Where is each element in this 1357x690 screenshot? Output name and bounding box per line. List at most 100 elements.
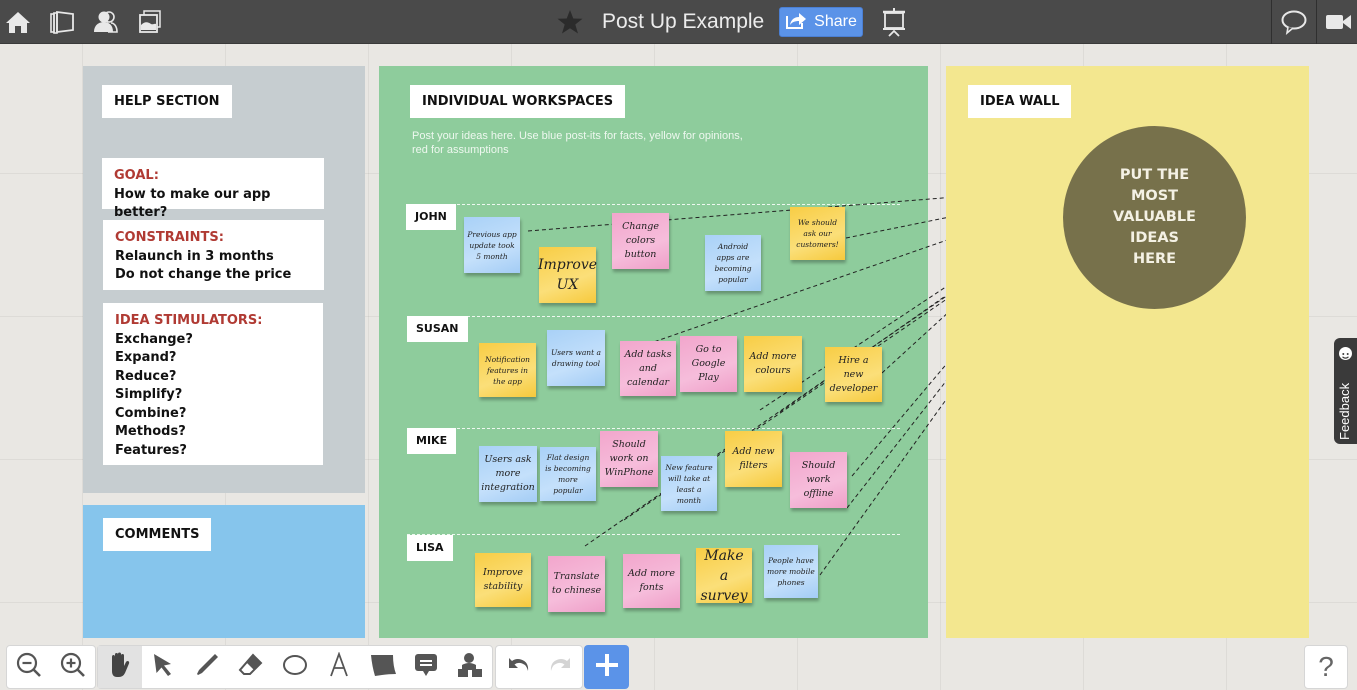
users-icon[interactable]	[92, 8, 120, 36]
workspace-description: Post your ideas here. Use blue post-its …	[412, 130, 743, 156]
ellipse-tool-button[interactable]	[273, 646, 317, 688]
redo-button[interactable]	[539, 646, 582, 688]
undo-button[interactable]	[496, 646, 539, 688]
sticky-note[interactable]: Make a survey	[696, 548, 752, 604]
sticky-note-tool-button[interactable]	[361, 646, 405, 688]
share-label: Share	[814, 13, 857, 30]
person-label-lisa: LISA	[407, 535, 453, 561]
sticky-note[interactable]: Should work offline	[790, 452, 847, 508]
sticky-note[interactable]: Add tasks and calendar	[620, 341, 676, 396]
stimulator-item: Simplify?	[115, 387, 183, 402]
sticky-note[interactable]: Translate to chinese	[548, 556, 605, 612]
idea-wall-label: IDEA WALL	[968, 85, 1072, 118]
idea-stimulators-card[interactable]: IDEA STIMULATORS: Exchange? Expand? Redu…	[103, 303, 323, 465]
presentation-icon[interactable]	[880, 8, 908, 37]
sticky-note[interactable]: People have more mobile phones	[764, 545, 818, 598]
sticky-note[interactable]: Go to Google Play	[680, 336, 737, 392]
stimulators-heading: IDEA STIMULATORS:	[115, 313, 263, 328]
sticky-note[interactable]: Flat design is becoming more popular	[540, 447, 596, 501]
idea-wall-target-circle[interactable]: PUT THE MOST VALUABLE IDEAS HERE	[1063, 126, 1246, 309]
draw-tool-group	[97, 645, 493, 689]
text-tool-button[interactable]	[317, 646, 361, 688]
share-button[interactable]: Share	[779, 7, 863, 37]
help-button[interactable]: ?	[1304, 645, 1348, 689]
person-label-john: JOHN	[406, 204, 456, 230]
org-chart-icon	[457, 652, 483, 682]
sticky-note-icon	[369, 652, 397, 682]
sticky-note[interactable]: Notification features in the app	[479, 343, 536, 397]
goal-heading: GOAL:	[114, 168, 159, 183]
sticky-note[interactable]: We should ask our customers!	[790, 207, 845, 260]
row-divider	[407, 534, 900, 535]
hand-icon	[107, 651, 133, 683]
video-icon[interactable]	[1325, 8, 1353, 36]
zoom-out-icon	[15, 651, 43, 683]
sticky-note[interactable]: Android apps are becoming popular	[705, 235, 761, 291]
smiley-icon	[1339, 347, 1352, 360]
sticky-note[interactable]: Users want a drawing tool	[547, 330, 605, 386]
row-divider	[407, 316, 900, 317]
stimulator-item: Features?	[115, 442, 187, 458]
sticky-note[interactable]: Add new filters	[725, 431, 782, 487]
star-icon[interactable]	[556, 8, 584, 36]
sticky-note[interactable]: Add more colours	[744, 336, 802, 392]
eraser-tool-button[interactable]	[229, 646, 273, 688]
gallery-icon[interactable]	[136, 8, 164, 36]
sticky-note[interactable]: Add more fonts	[623, 554, 680, 608]
redo-icon	[548, 654, 574, 680]
sticky-note[interactable]: New feature will take at least a month	[661, 456, 717, 511]
pen-icon	[194, 652, 220, 682]
stimulator-item: Combine?	[115, 405, 187, 421]
constraints-card[interactable]: CONSTRAINTS: Relaunch in 3 months Do not…	[103, 220, 324, 290]
pointer-tool-button[interactable]	[142, 646, 186, 688]
comments-label: COMMENTS	[103, 518, 212, 551]
topbar-divider	[1316, 0, 1317, 44]
stimulator-item: Exchange?	[115, 331, 193, 347]
plus-icon	[593, 651, 621, 683]
sticky-note[interactable]: Hire a new developer	[825, 347, 882, 402]
goal-card[interactable]: GOAL: How to make our app better?	[102, 158, 324, 220]
eraser-icon	[238, 652, 264, 682]
stimulator-item: Methods?	[115, 424, 186, 439]
pointer-icon	[151, 652, 177, 682]
add-button[interactable]	[584, 645, 629, 689]
sticky-note[interactable]: Change colors button	[612, 213, 669, 269]
feedback-label: Feedback	[1337, 382, 1352, 440]
topbar-divider	[1271, 0, 1272, 44]
zoom-tool-group	[6, 645, 96, 689]
sticky-note[interactable]: Should work on WinPhone	[600, 431, 658, 487]
board-title[interactable]: Post Up Example	[602, 8, 764, 36]
feedback-tab[interactable]: Feedback	[1334, 338, 1357, 444]
constraints-heading: CONSTRAINTS:	[115, 230, 224, 245]
stimulator-item: Reduce?	[115, 368, 177, 384]
row-divider	[407, 204, 900, 205]
sticky-note[interactable]: Improve stability	[475, 553, 531, 607]
sticky-note[interactable]: Previous app update took 5 month	[464, 217, 520, 273]
zoom-out-button[interactable]	[7, 646, 51, 688]
ellipse-icon	[281, 654, 309, 680]
row-divider	[407, 428, 900, 429]
workspace-label: INDIVIDUAL WORKSPACES	[410, 85, 626, 118]
home-icon[interactable]	[4, 8, 32, 36]
pen-tool-button[interactable]	[186, 646, 230, 688]
top-bar: Post Up Example Share	[0, 0, 1357, 44]
stimulator-item: Expand?	[115, 350, 177, 365]
zoom-in-icon	[59, 651, 87, 683]
person-label-susan: SUSAN	[407, 316, 468, 342]
goal-text: How to make our app better?	[114, 186, 271, 221]
text-icon	[328, 651, 350, 682]
sticky-note[interactable]: Improve UX	[538, 247, 597, 303]
comment-tool-button[interactable]	[404, 646, 448, 688]
zoom-in-button[interactable]	[51, 646, 95, 688]
sticky-note[interactable]: Users ask more integration	[479, 446, 537, 502]
undo-icon	[505, 654, 531, 680]
hand-tool-button[interactable]	[98, 646, 142, 688]
comment-icon	[413, 652, 439, 682]
constraint-item: Relaunch in 3 months	[115, 248, 274, 264]
boards-icon[interactable]	[48, 8, 76, 36]
constraint-item: Do not change the price	[115, 267, 292, 282]
org-chart-tool-button[interactable]	[448, 646, 492, 688]
chat-icon[interactable]	[1280, 8, 1308, 36]
person-label-mike: MIKE	[407, 428, 457, 454]
help-section-label: HELP SECTION	[102, 85, 232, 118]
